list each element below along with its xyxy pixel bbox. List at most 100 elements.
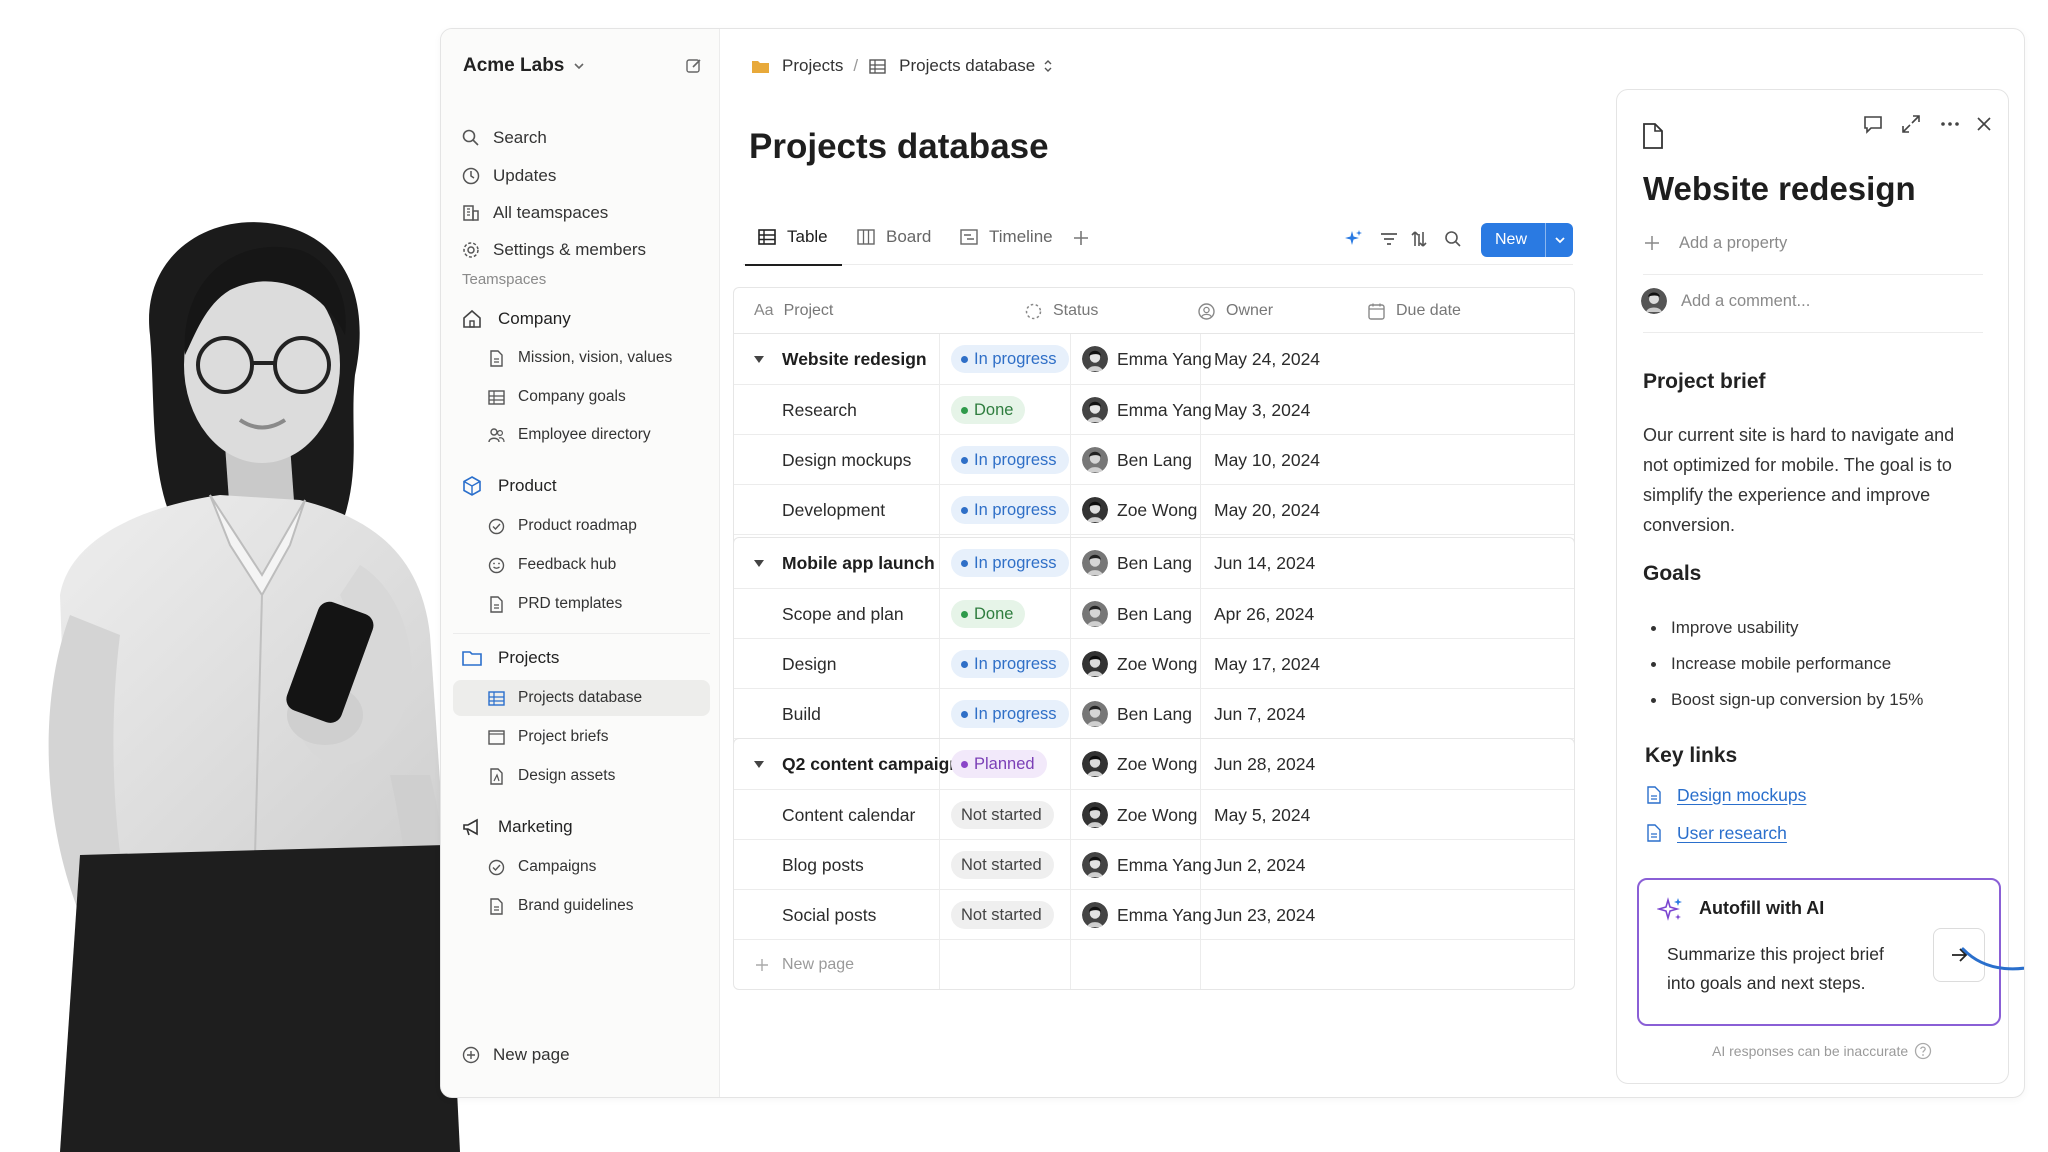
column-status[interactable]: Status (1024, 288, 1098, 334)
table-row[interactable]: Development In progress Zoe Wong May 20, 20… (734, 484, 1574, 534)
cell-owner[interactable]: Ben Lang (1082, 435, 1192, 485)
table-row[interactable]: Q2 content campaign Planned Zoe Wong Jun 28… (734, 739, 1574, 789)
table-row[interactable]: Blog posts Not started Emma Yang Jun 2, 202… (734, 839, 1574, 889)
sidebar-item-projects-database[interactable]: Projects database (453, 680, 710, 716)
sidebar-item-settings[interactable]: Settings & members (461, 234, 711, 266)
caret-down-icon[interactable] (752, 556, 766, 570)
column-due-date[interactable]: Due date (1367, 288, 1461, 334)
cell-project[interactable]: Blog posts (782, 840, 864, 890)
cell-due-date[interactable]: May 5, 2024 (1214, 790, 1310, 840)
compose-icon[interactable] (685, 57, 703, 75)
breadcrumb-current[interactable]: Projects database (899, 56, 1035, 76)
column-project[interactable]: Aa Project (754, 288, 833, 334)
sidebar-item-design-assets[interactable]: Design assets (487, 760, 707, 792)
sidebar-item-employee-directory[interactable]: Employee directory (487, 419, 707, 451)
sidebar-group-marketing[interactable]: Marketing (461, 811, 711, 843)
caret-down-icon[interactable] (752, 757, 766, 771)
sidebar-group-company[interactable]: Company (461, 303, 711, 335)
tab-timeline[interactable]: Timeline (959, 219, 1053, 255)
tab-board[interactable]: Board (856, 219, 931, 255)
cell-owner[interactable]: Ben Lang (1082, 538, 1192, 588)
cell-status[interactable]: In progress (951, 485, 1069, 535)
ai-autofill-card[interactable]: Autofill with AI Summarize this project … (1637, 878, 2001, 1026)
table-row[interactable]: Mobile app launch In progress Ben Lang Jun … (734, 538, 1574, 588)
cell-project[interactable]: Social posts (782, 890, 876, 940)
search-icon[interactable] (1443, 229, 1463, 249)
cell-owner[interactable]: Zoe Wong (1082, 485, 1197, 535)
cell-project[interactable]: Website redesign (782, 334, 927, 384)
cell-project[interactable]: Design mockups (782, 435, 911, 485)
sidebar-item-updates[interactable]: Updates (461, 160, 711, 192)
table-row[interactable]: Scope and plan Done Ben Lang Apr 26, 2024 (734, 588, 1574, 638)
cell-project[interactable]: Q2 content campaign (782, 739, 960, 789)
cell-status[interactable]: In progress (951, 334, 1069, 384)
cell-due-date[interactable]: Jun 28, 2024 (1214, 739, 1315, 789)
cell-status[interactable]: In progress (951, 538, 1069, 588)
table-row[interactable]: Research Done Emma Yang May 3, 2024 (734, 384, 1574, 434)
cell-project[interactable]: Research (782, 385, 857, 435)
cell-project[interactable]: Design (782, 639, 836, 689)
cell-owner[interactable]: Emma Yang (1082, 334, 1212, 384)
cell-status[interactable]: Not started (951, 840, 1054, 890)
close-icon[interactable] (1973, 113, 1995, 135)
table-row[interactable]: Social posts Not started Emma Yang Jun 23, … (734, 889, 1574, 939)
comment-input[interactable]: Add a comment... (1641, 286, 1810, 316)
cell-status[interactable]: In progress (951, 689, 1069, 739)
cell-status[interactable]: Planned (951, 739, 1047, 789)
cell-owner[interactable]: Emma Yang (1082, 840, 1212, 890)
expand-icon[interactable] (1900, 113, 1922, 135)
table-row[interactable]: Design In progress Zoe Wong May 17, 2024 (734, 638, 1574, 688)
cell-project[interactable]: Mobile app launch (782, 538, 935, 588)
chevron-updown-icon[interactable] (1041, 59, 1055, 73)
sidebar-new-page[interactable]: New page (461, 1039, 711, 1071)
sidebar-item-campaigns[interactable]: Campaigns (487, 851, 707, 883)
cell-due-date[interactable]: May 10, 2024 (1214, 435, 1320, 485)
cell-due-date[interactable]: Jun 23, 2024 (1214, 890, 1315, 940)
cell-status[interactable]: Done (951, 589, 1026, 639)
tab-table[interactable]: Table (745, 219, 842, 266)
sidebar-item-feedback-hub[interactable]: Feedback hub (487, 549, 707, 581)
more-icon[interactable] (1939, 113, 1961, 135)
sidebar-item-brand-guidelines[interactable]: Brand guidelines (487, 890, 707, 922)
cell-due-date[interactable]: Jun 2, 2024 (1214, 840, 1305, 890)
help-icon[interactable] (1914, 1042, 1932, 1060)
cell-owner[interactable]: Zoe Wong (1082, 739, 1197, 789)
cell-owner[interactable]: Zoe Wong (1082, 639, 1197, 689)
add-view-icon[interactable] (1071, 228, 1091, 248)
workspace-switcher[interactable]: Acme Labs (463, 51, 703, 81)
cell-owner[interactable]: Emma Yang (1082, 385, 1212, 435)
cell-status[interactable]: Done (951, 385, 1026, 435)
cell-status[interactable]: Not started (951, 890, 1054, 940)
cell-project[interactable]: Scope and plan (782, 589, 904, 639)
cell-due-date[interactable]: May 24, 2024 (1214, 334, 1320, 384)
cell-owner[interactable]: Zoe Wong (1082, 790, 1197, 840)
cell-owner[interactable]: Ben Lang (1082, 689, 1192, 739)
add-property-button[interactable]: Add a property (1643, 230, 1787, 256)
sidebar-item-mission[interactable]: Mission, vision, values (487, 342, 707, 374)
cell-due-date[interactable]: May 17, 2024 (1214, 639, 1320, 689)
sidebar-item-product-roadmap[interactable]: Product roadmap (487, 510, 707, 542)
sidebar-item-project-briefs[interactable]: Project briefs (487, 721, 707, 753)
cell-owner[interactable]: Emma Yang (1082, 890, 1212, 940)
cell-status[interactable]: In progress (951, 435, 1069, 485)
cell-due-date[interactable]: Jun 7, 2024 (1214, 689, 1305, 739)
sidebar-group-projects[interactable]: Projects (461, 642, 711, 674)
cell-project[interactable]: Content calendar (782, 790, 915, 840)
caret-down-icon[interactable] (752, 352, 766, 366)
table-row[interactable]: Build In progress Ben Lang Jun 7, 2024 (734, 688, 1574, 738)
cell-owner[interactable]: Ben Lang (1082, 589, 1192, 639)
filter-icon[interactable] (1379, 229, 1399, 249)
breadcrumb-root[interactable]: Projects (782, 56, 843, 76)
sidebar-item-all-teamspaces[interactable]: All teamspaces (461, 197, 711, 229)
column-owner[interactable]: Owner (1197, 288, 1273, 334)
ai-sparkle-icon[interactable] (1343, 229, 1363, 249)
new-button[interactable]: New (1481, 223, 1573, 257)
sidebar-item-prd-templates[interactable]: PRD templates (487, 588, 707, 620)
table-row[interactable]: Design mockups In progress Ben Lang May 10,… (734, 434, 1574, 484)
cell-due-date[interactable]: May 3, 2024 (1214, 385, 1310, 435)
cell-due-date[interactable]: Jun 14, 2024 (1214, 538, 1315, 588)
sidebar-item-search[interactable]: Search (461, 122, 711, 154)
cell-due-date[interactable]: Apr 26, 2024 (1214, 589, 1314, 639)
comment-icon[interactable] (1862, 113, 1884, 135)
cell-project[interactable]: Development (782, 485, 885, 535)
